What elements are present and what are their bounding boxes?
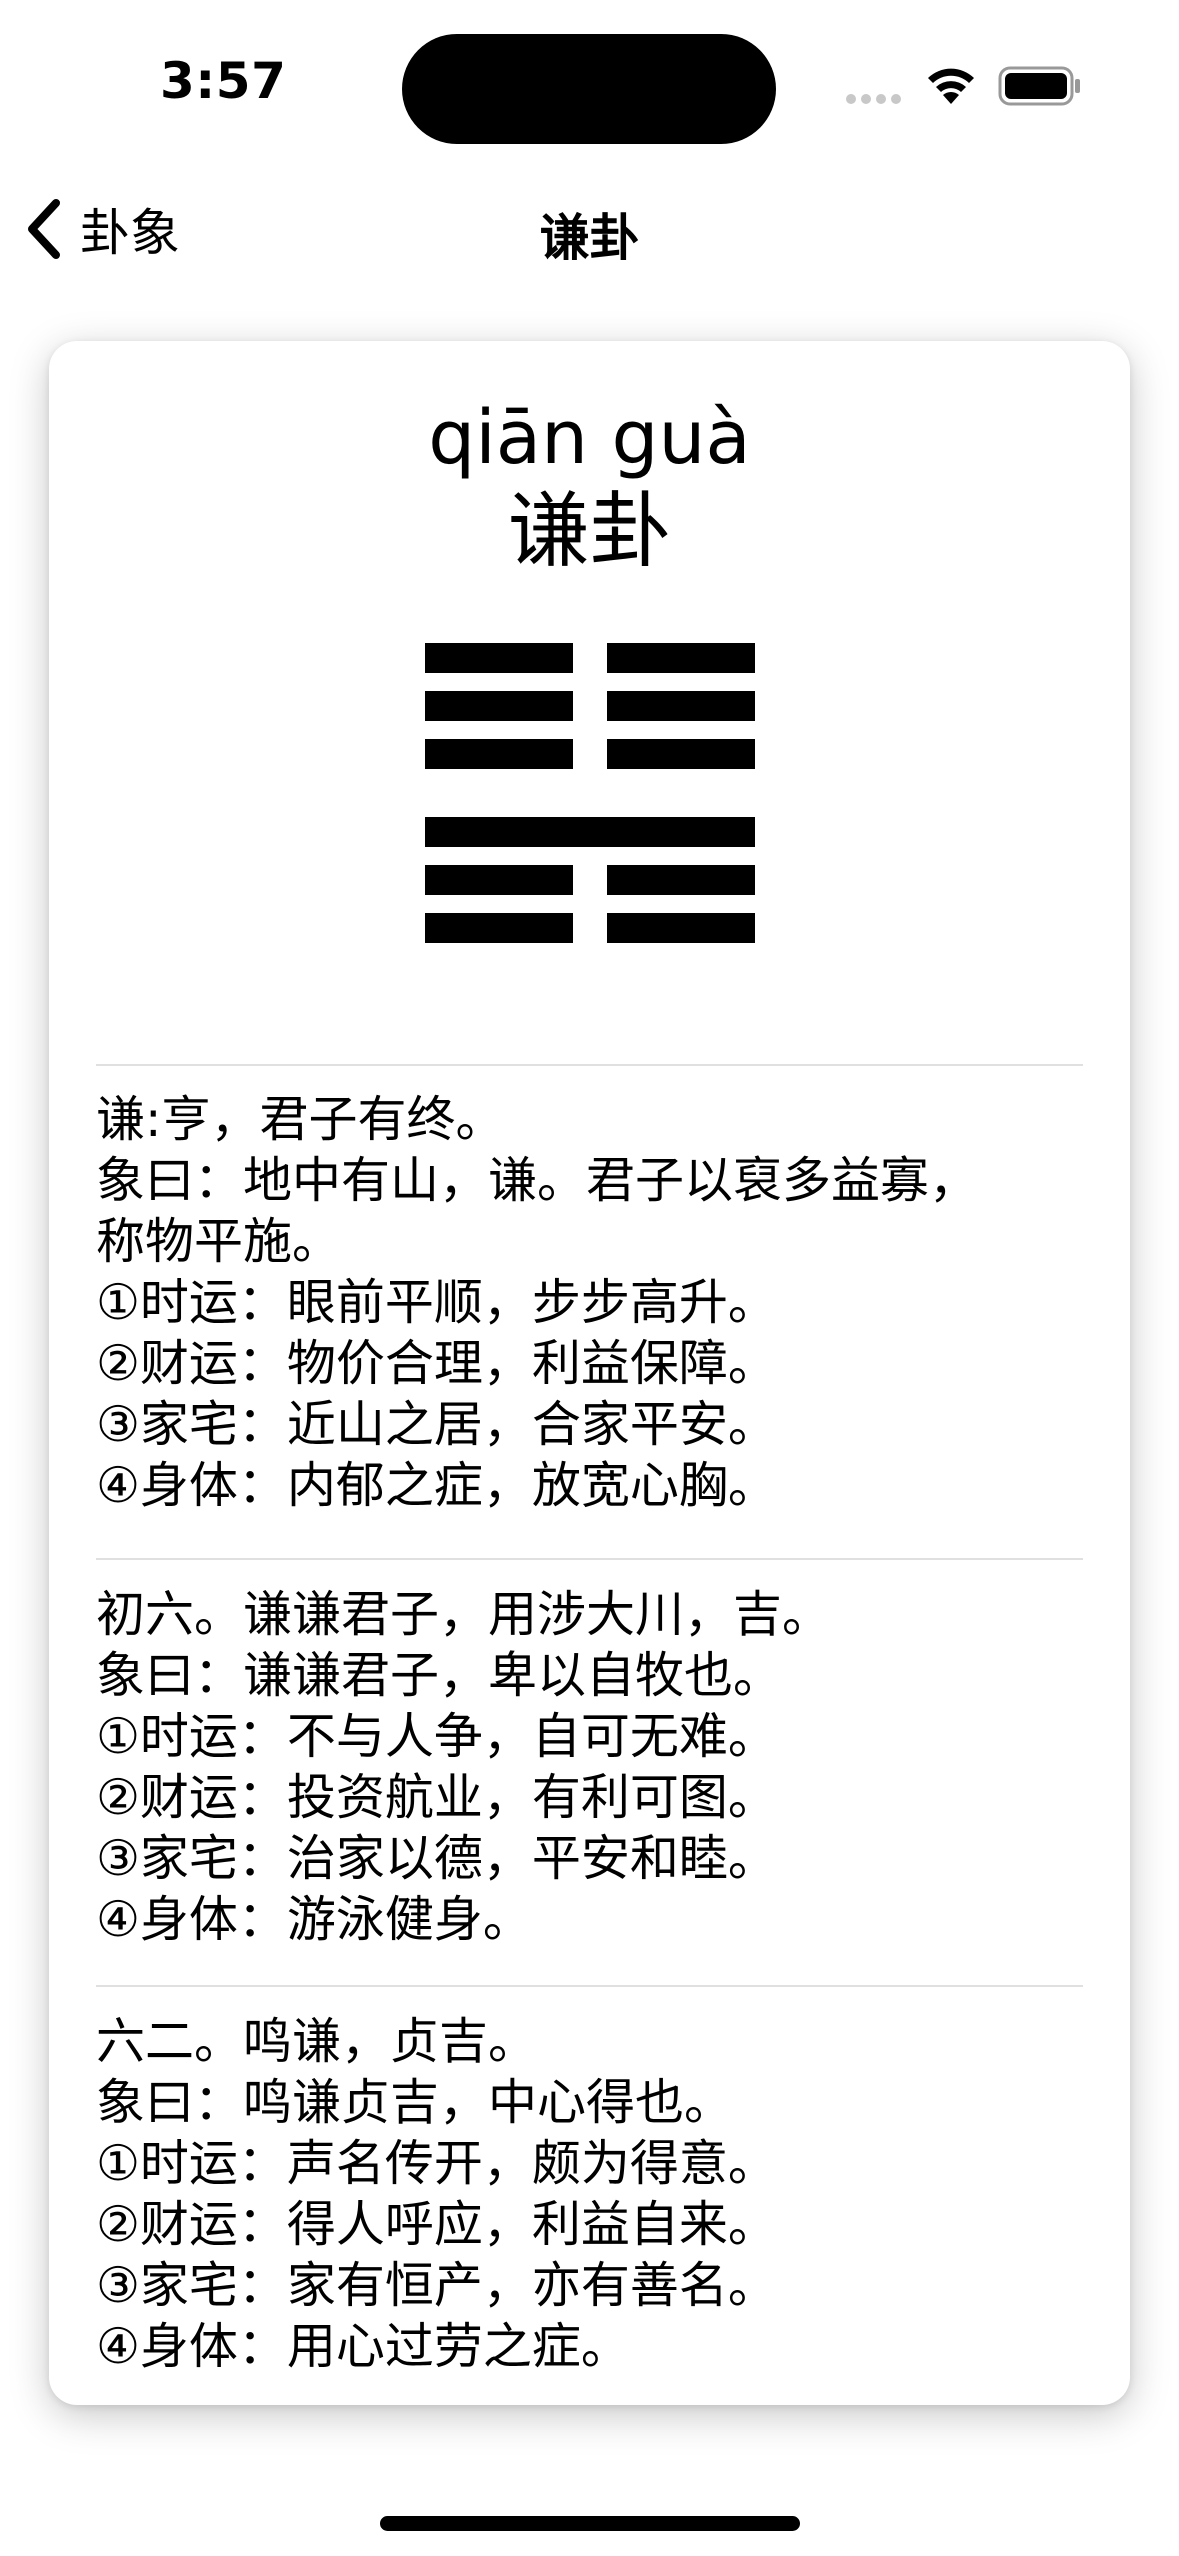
text-line: ③家宅：治家以德，平安和睦。 [96,1830,777,1887]
text-line: 六二。鸣谦，贞吉。 [96,2013,538,2070]
cellular-signal-icon [846,94,901,104]
divider [96,1064,1083,1066]
status-time: 3:57 [160,52,287,110]
text-line: ③家宅：近山之居，合家平安。 [96,1396,777,1453]
line-1-section: 初六。谦谦君子，用涉大川，吉。 象曰：谦谦君子，卑以自牧也。 ①时运：不与人争，… [96,1584,1083,1950]
text-line: ①时运：不与人争，自可无难。 [96,1708,777,1765]
battery-icon [998,66,1080,106]
text-line: ②财运：得人呼应，利益自来。 [96,2196,777,2253]
text-line: 象曰：地中有山，谦。君子以裒多益寡， [96,1152,979,1209]
wifi-icon [928,68,974,104]
status-bar: 3:57 [0,0,1179,160]
hexagram-symbol [425,643,755,943]
hexagram-line-4 [425,739,755,769]
hexagram-card[interactable]: qiān guà 谦卦 谦:亨，君子有终。 象曰：地中有山，谦。君子以裒多益寡，… [49,341,1130,2405]
divider [96,1558,1083,1560]
text-line: ③家宅：家有恒产，亦有善名。 [96,2257,777,2314]
page-title: 谦卦 [539,209,640,267]
dynamic-island [402,34,776,144]
text-line: ②财运：投资航业，有利可图。 [96,1769,777,1826]
judgment-section: 谦:亨，君子有终。 象曰：地中有山，谦。君子以裒多益寡， 称物平施。 ①时运：眼… [96,1089,1083,1516]
text-line: 谦:亨，君子有终。 [96,1091,505,1148]
text-line: 象曰：谦谦君子，卑以自牧也。 [96,1647,783,1704]
hexagram-line-3 [425,817,755,847]
text-line: ①时运：声名传开，颇为得意。 [96,2135,777,2192]
hexagram-line-6 [425,643,755,673]
text-line: ④身体：游泳健身。 [96,1891,532,1948]
divider [96,1985,1083,1987]
text-line: ①时运：眼前平顺，步步高升。 [96,1274,777,1331]
home-indicator[interactable] [380,2516,800,2531]
text-line: ②财运：物价合理，利益保障。 [96,1335,777,1392]
text-line: ④身体：用心过劳之症。 [96,2318,630,2375]
hexagram-line-1 [425,913,755,943]
hexagram-pinyin: qiān guà [428,395,751,481]
hexagram-name: 谦卦 [507,484,672,579]
navigation-bar: 卦象 谦卦 [0,180,1179,280]
text-line: 称物平施。 [96,1213,342,1270]
text-line: ④身体：内郁之症，放宽心胸。 [96,1457,777,1514]
text-line: 初六。谦谦君子，用涉大川，吉。 [96,1586,832,1643]
line-2-section: 六二。鸣谦，贞吉。 象曰：鸣谦贞吉，中心得也。 ①时运：声名传开，颇为得意。 ②… [96,2011,1083,2377]
hexagram-line-5 [425,691,755,721]
text-line: 象曰：鸣谦贞吉，中心得也。 [96,2074,734,2131]
hexagram-line-2 [425,865,755,895]
